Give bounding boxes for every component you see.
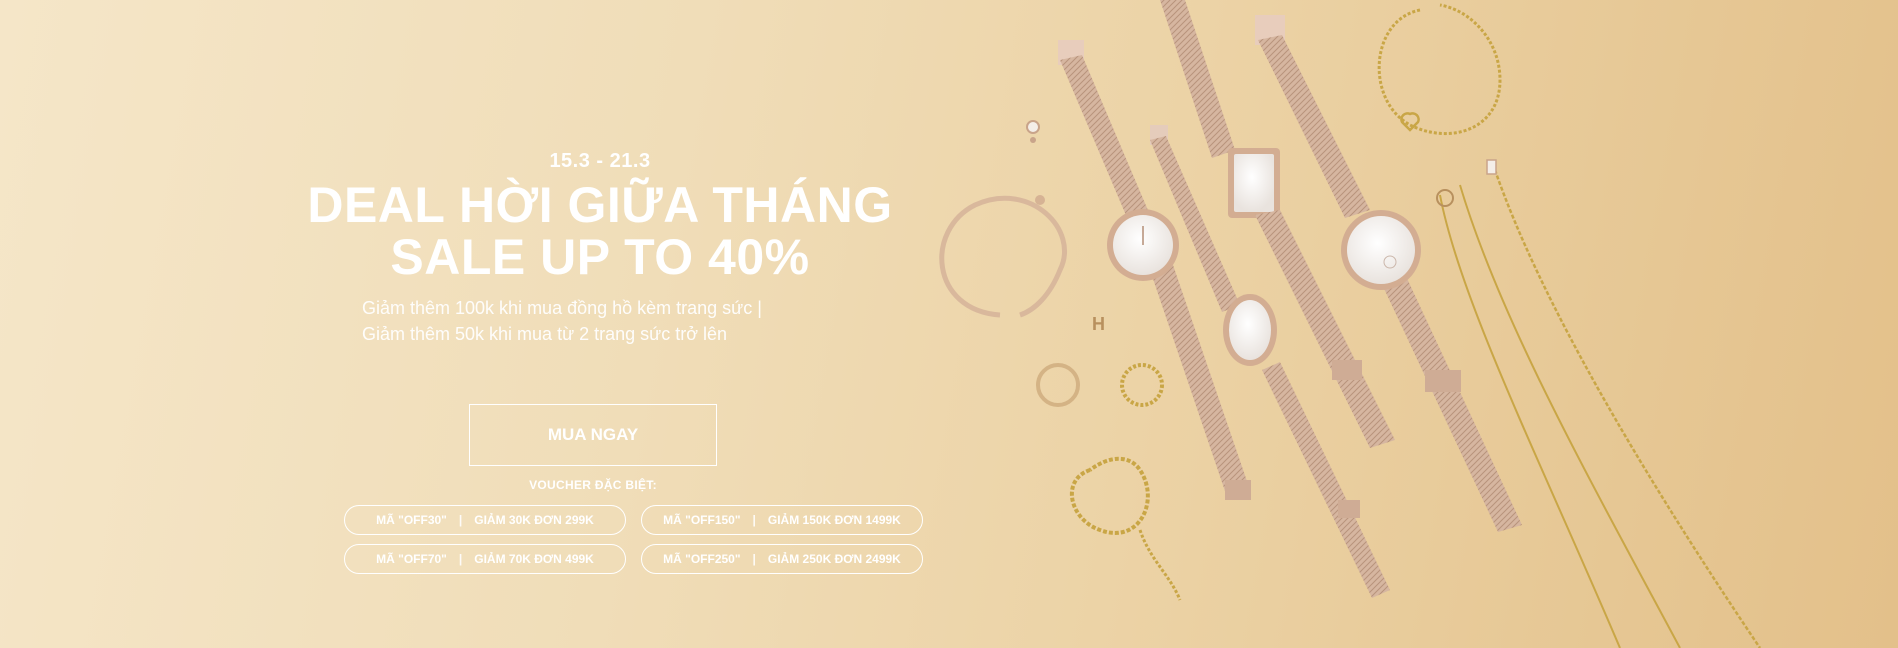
promo-title-line-1: DEAL HỜI GIỮA THÁNG [307, 177, 893, 233]
voucher-pill-off250[interactable]: MÃ "OFF250" | GIẢM 250K ĐƠN 2499K [641, 544, 923, 574]
voucher-heading: VOUCHER ĐẶC BIỆT: [529, 478, 657, 492]
shop-now-button[interactable]: MUA NGAY [469, 404, 717, 466]
promo-subtitle: Giảm thêm 100k khi mua đồng hồ kèm trang… [280, 295, 920, 347]
voucher-pill-off150[interactable]: MÃ "OFF150" | GIẢM 150K ĐƠN 1499K [641, 505, 923, 535]
promo-subtitle-line-1: Giảm thêm 100k khi mua đồng hồ kèm trang… [362, 298, 762, 318]
voucher-code: MÃ "OFF70" [376, 552, 447, 566]
voucher-desc: GIẢM 30K ĐƠN 299K [474, 513, 594, 527]
cuff-bracelet [939, 195, 1067, 318]
voucher-separator: | [752, 513, 756, 527]
voucher-separator: | [458, 552, 463, 566]
voucher-pill-off30[interactable]: MÃ "OFF30" | GIẢM 30K ĐƠN 299K [344, 505, 626, 535]
voucher-desc: GIẢM 70K ĐƠN 499K [474, 552, 594, 566]
voucher-desc: GIẢM 250K ĐƠN 2499K [767, 552, 901, 566]
promo-copy: 15.3 - 21.3 DEAL HỜI GIỮA THÁNG SALE UP … [280, 150, 920, 347]
promo-subtitle-line-2: Giảm thêm 50k khi mua từ 2 trang sức trở… [362, 324, 728, 344]
voucher-separator: | [458, 513, 463, 527]
voucher-desc: GIẢM 150K ĐƠN 1499K [767, 513, 901, 527]
voucher-pill-off70[interactable]: MÃ "OFF70" | GIẢM 70K ĐƠN 499K [344, 544, 626, 574]
voucher-code: MÃ "OFF250" [663, 552, 741, 566]
voucher-code: MÃ "OFF30" [376, 513, 447, 527]
promo-banner[interactable]: H 15.3 - 21.3 DEAL HỜI GIỮA THÁNG SALE U… [0, 0, 1898, 648]
svg-text:H: H [1092, 314, 1105, 334]
promo-title-line-2: SALE UP TO 40% [390, 229, 810, 285]
promo-date-range: 15.3 - 21.3 [549, 150, 651, 172]
voucher-code: MÃ "OFF150" [663, 513, 741, 527]
voucher-separator: | [752, 552, 756, 566]
